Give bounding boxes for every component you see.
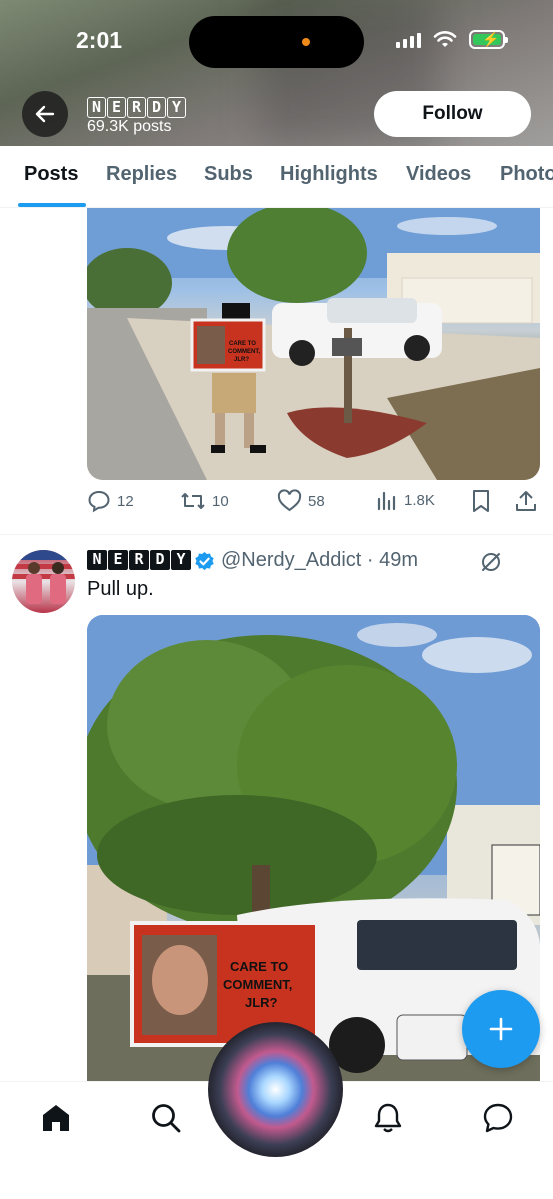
back-arrow-icon <box>35 105 55 123</box>
post-actions: 12 10 58 1.8K <box>87 489 540 519</box>
svg-text:CARE TO: CARE TO <box>230 959 288 974</box>
avatar[interactable] <box>12 550 75 613</box>
nav-messages[interactable] <box>480 1100 516 1136</box>
views-count: 1.8K <box>404 491 435 509</box>
tab-highlights[interactable]: Highlights <box>280 163 378 186</box>
bookmark-icon <box>473 490 489 512</box>
name-letter: R <box>127 97 146 118</box>
views-button[interactable]: 1.8K <box>376 489 435 511</box>
follow-button[interactable]: Follow <box>374 91 531 137</box>
siri-orb <box>208 1022 343 1157</box>
name-letter: D <box>147 97 166 118</box>
post-divider <box>0 534 553 535</box>
dynamic-island <box>189 16 364 68</box>
back-button[interactable] <box>22 91 68 137</box>
reply-button[interactable]: 12 <box>87 489 134 513</box>
notifications-icon <box>374 1103 402 1133</box>
home-icon <box>43 1105 69 1131</box>
grok-icon[interactable] <box>480 551 502 573</box>
camera-indicator <box>302 38 310 46</box>
svg-text:JLR?: JLR? <box>234 357 249 363</box>
svg-text:COMMENT,: COMMENT, <box>223 977 292 992</box>
search-icon <box>152 1104 181 1133</box>
repost-count: 10 <box>212 492 229 510</box>
nav-home[interactable] <box>38 1100 74 1136</box>
repost-button[interactable]: 10 <box>180 489 229 513</box>
name-letter: R <box>129 550 149 570</box>
battery-charging-icon: ⚡ <box>469 30 508 49</box>
name-letter: D <box>150 550 170 570</box>
profile-name: N E R D Y <box>87 97 186 118</box>
tab-replies[interactable]: Replies <box>106 163 177 186</box>
tab-photo[interactable]: Photo <box>500 163 553 186</box>
post-image[interactable]: CARE TO COMMENT, JLR? <box>87 208 540 480</box>
name-letter: E <box>107 97 126 118</box>
tab-posts[interactable]: Posts <box>24 163 78 186</box>
author-handle-time: @Nerdy_Addict · 49m <box>221 549 419 571</box>
nav-search[interactable] <box>148 1100 184 1136</box>
post-count: 69.3K posts <box>87 118 172 135</box>
repost-icon <box>181 493 205 509</box>
tab-subs[interactable]: Subs <box>204 163 253 186</box>
profile-tabs: Posts Replies Subs Highlights Videos Pho… <box>0 146 553 208</box>
reply-count: 12 <box>117 492 134 510</box>
share-icon <box>516 491 536 511</box>
wifi-icon <box>433 30 457 47</box>
name-letter: N <box>87 550 107 570</box>
name-letter: N <box>87 97 106 118</box>
messages-icon <box>483 1103 513 1133</box>
svg-text:CARE TO: CARE TO <box>229 341 256 347</box>
nav-notifications[interactable] <box>370 1100 406 1136</box>
author-name[interactable]: N E R D Y <box>87 550 191 570</box>
name-letter: Y <box>167 97 186 118</box>
name-letter: E <box>108 550 128 570</box>
like-icon <box>277 489 302 512</box>
post-text: Pull up. <box>87 578 154 600</box>
cellular-signal-icon <box>396 32 421 48</box>
svg-text:COMMENT,: COMMENT, <box>228 349 260 355</box>
like-button[interactable]: 58 <box>277 489 325 513</box>
active-tab-indicator <box>18 203 86 207</box>
avatar-image <box>12 550 75 604</box>
profile-header: 2:01 ⚡ N E R D Y 69.3K posts Follow <box>0 0 553 146</box>
status-icons: ⚡ <box>396 30 508 49</box>
svg-text:JLR?: JLR? <box>245 995 278 1010</box>
verified-icon <box>195 551 214 571</box>
name-letter: Y <box>171 550 191 570</box>
reply-icon <box>88 490 110 513</box>
tab-videos[interactable]: Videos <box>406 163 471 186</box>
share-button[interactable] <box>515 489 537 513</box>
status-time: 2:01 <box>76 27 123 53</box>
street-photo: CARE TO COMMENT, JLR? <box>87 208 540 480</box>
views-icon <box>377 491 396 511</box>
bookmark-button[interactable] <box>471 489 491 513</box>
like-count: 58 <box>308 492 325 510</box>
compose-button[interactable] <box>462 990 540 1068</box>
plus-icon <box>489 1017 513 1041</box>
